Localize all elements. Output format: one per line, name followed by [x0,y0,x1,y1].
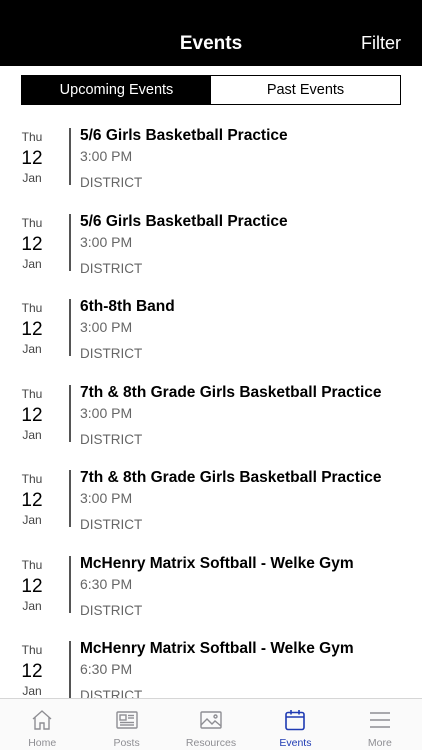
event-month: Jan [22,256,42,271]
event-weekday: Thu [21,557,43,572]
event-weekday: Thu [21,215,43,230]
event-month: Jan [22,598,42,613]
event-location: DISTRICT [80,260,143,276]
event-item[interactable]: Thu 12 Jan McHenry Matrix Softball - Wel… [0,548,422,634]
tab-home[interactable]: Home [0,699,84,750]
upcoming-events-tab[interactable]: Upcoming Events [22,76,211,104]
tab-more[interactable]: More [338,699,422,750]
tab-more-label: More [367,737,392,749]
event-day: 12 [21,233,43,255]
event-location: DISTRICT [80,602,143,618]
event-time: 6:30 PM [80,575,133,592]
event-title: 7th & 8th Grade Girls Basketball Practic… [80,469,382,486]
event-month: Jan [22,684,42,698]
event-month: Jan [22,427,42,442]
event-item[interactable]: Thu 12 Jan 7th & 8th Grade Girls Basketb… [0,377,422,463]
nav-header: Events Filter [0,0,422,66]
event-item[interactable]: Thu 12 Jan 7th & 8th Grade Girls Basketb… [0,462,422,548]
tab-events[interactable]: Events [253,699,337,750]
event-location: DISTRICT [80,431,143,447]
event-divider [69,470,71,527]
newspaper-icon [115,711,138,729]
event-title: 5/6 Girls Basketball Practice [80,212,288,230]
event-list: Thu 12 Jan 5/6 Girls Basketball Practice… [0,120,422,698]
event-location: DISTRICT [80,688,143,698]
home-icon [32,710,52,730]
event-divider [69,213,71,271]
calendar-icon [285,710,306,731]
event-item[interactable]: Thu 12 Jan 6th-8th Band 3:00 PM DISTRICT [0,291,422,377]
tab-resources-label: Resources [185,737,237,749]
event-title: McHenry Matrix Softball - Welke Gym [80,554,354,572]
tab-posts-label: Posts [113,737,140,749]
event-time: 3:00 PM [80,148,133,164]
event-day: 12 [21,575,43,597]
tab-events-label: Events [279,737,312,749]
event-time: 3:00 PM [80,490,133,506]
event-item[interactable]: Thu 12 Jan McHenry Matrix Softball - Wel… [0,633,422,698]
filter-button[interactable]: Filter [361,33,401,54]
event-month: Jan [22,513,42,527]
event-location: DISTRICT [80,346,143,361]
tab-home-label: Home [28,737,57,749]
event-weekday: Thu [21,130,43,144]
page-title: Events [179,33,243,54]
event-month: Jan [22,342,42,356]
event-weekday: Thu [21,301,43,315]
event-divider [69,384,71,442]
event-weekday: Thu [21,643,43,657]
event-weekday: Thu [21,472,43,486]
event-divider [69,641,71,698]
past-events-tab[interactable]: Past Events [211,76,400,104]
bottom-tab-bar: Home Posts Resources Events More [0,698,422,750]
menu-icon [369,712,390,728]
tab-resources[interactable]: Resources [169,699,253,750]
event-day: 12 [21,319,43,340]
event-title: 6th-8th Band [80,298,175,315]
event-divider [69,128,71,185]
event-day: 12 [21,148,43,169]
event-time: 3:00 PM [80,319,133,335]
event-time: 3:00 PM [80,404,133,421]
tab-posts[interactable]: Posts [84,699,168,750]
event-title: 7th & 8th Grade Girls Basketball Practic… [80,383,382,401]
event-title: 5/6 Girls Basketball Practice [80,127,288,144]
event-day: 12 [21,490,43,511]
event-month: Jan [22,171,42,185]
event-location: DISTRICT [80,175,143,190]
event-time: 3:00 PM [80,233,133,250]
events-segmented-control: Upcoming Events Past Events [21,75,401,105]
event-time: 6:30 PM [80,661,133,677]
event-location: DISTRICT [80,517,143,532]
event-weekday: Thu [21,386,43,401]
image-icon [200,711,222,729]
event-item[interactable]: Thu 12 Jan 5/6 Girls Basketball Practice… [0,120,422,206]
event-title: McHenry Matrix Softball - Welke Gym [80,640,354,657]
event-divider [69,555,71,613]
event-divider [69,299,71,356]
event-item[interactable]: Thu 12 Jan 5/6 Girls Basketball Practice… [0,206,422,292]
event-day: 12 [21,661,43,682]
event-day: 12 [21,404,43,426]
